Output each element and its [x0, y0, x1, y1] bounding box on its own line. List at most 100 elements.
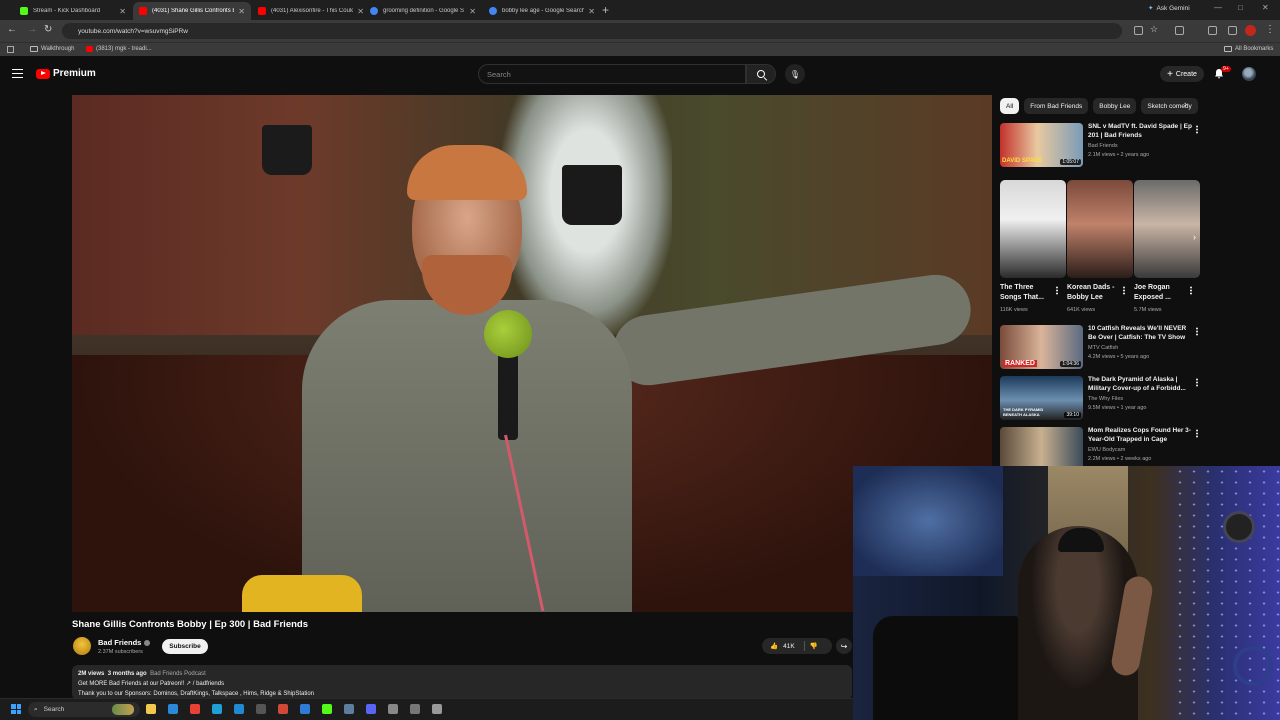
- search-button[interactable]: [746, 64, 776, 84]
- cast-icon[interactable]: [1134, 26, 1143, 35]
- recommendation-title[interactable]: 10 Catfish Reveals We'll NEVER Be Over |…: [1088, 325, 1192, 342]
- short-item[interactable]: Korean Dads - Bobby Lee 641K views: [1067, 180, 1133, 320]
- ask-gemini-button[interactable]: ✦ Ask Gemini: [1148, 4, 1190, 13]
- share-icon[interactable]: ↪: [836, 638, 852, 654]
- app-icon[interactable]: [278, 704, 288, 714]
- chevron-right-icon[interactable]: ›: [1193, 232, 1196, 242]
- extensions-icon[interactable]: [1175, 26, 1184, 35]
- recommendation-item[interactable]: RANKED 1:04:36 10 Catfish Reveals We'll …: [1000, 325, 1200, 369]
- recommendation-channel[interactable]: MTV Catfish: [1088, 345, 1118, 351]
- recommendation-item[interactable]: THE DARK PYRAMID BENEATH ALASKA 39:10 Th…: [1000, 376, 1200, 420]
- terminal-icon[interactable]: [256, 704, 266, 714]
- video-thumbnail[interactable]: RANKED 1:04:36: [1000, 325, 1083, 369]
- video-thumbnail[interactable]: THE DARK PYRAMID BENEATH ALASKA 39:10: [1000, 376, 1083, 420]
- thumbs-up-icon[interactable]: 👍: [770, 642, 778, 650]
- chip-bobby-lee[interactable]: Bobby Lee: [1093, 98, 1137, 114]
- recommendation-title[interactable]: Mom Realizes Cops Found Her 3-Year-Old T…: [1088, 427, 1192, 444]
- obs-icon[interactable]: [388, 704, 398, 714]
- create-button[interactable]: + Create: [1160, 66, 1204, 82]
- recommendation-item[interactable]: DAVID SPADE 1:05:07 SNL v MadTV ft. Davi…: [1000, 123, 1200, 167]
- bookmark-star-icon[interactable]: ☆: [1150, 24, 1158, 35]
- menu-kebab-icon[interactable]: ⋮: [1265, 24, 1275, 35]
- bookmark-walkthrough[interactable]: Walkthrough: [30, 46, 74, 52]
- close-icon[interactable]: ✕: [119, 7, 126, 16]
- account-avatar[interactable]: [1242, 67, 1256, 81]
- short-item[interactable]: Joe Rogan Exposed ... 5.7M views: [1134, 180, 1200, 320]
- url-field[interactable]: youtube.com/watch?v=wsuvmgSiPRw: [62, 23, 1122, 39]
- explorer-icon[interactable]: [146, 704, 156, 714]
- more-options-icon[interactable]: [1196, 378, 1198, 387]
- taskbar-search[interactable]: ⌕ Search: [28, 702, 140, 717]
- sidepanel-icon[interactable]: [1228, 26, 1237, 35]
- app-icon[interactable]: [410, 704, 420, 714]
- minimize-icon[interactable]: —: [1214, 3, 1222, 12]
- short-title[interactable]: Joe Rogan Exposed ...: [1134, 283, 1190, 303]
- steam-icon[interactable]: [344, 704, 354, 714]
- recommendation-channel[interactable]: The Why Files: [1088, 396, 1123, 402]
- chip-from-bad-friends[interactable]: From Bad Friends: [1024, 98, 1089, 114]
- apps-grid-icon[interactable]: [7, 46, 14, 53]
- tab-bobby-lee-age[interactable]: bobby lee age - Google Search ✕: [483, 2, 601, 20]
- description-tag[interactable]: Bad Friends Podcast: [150, 671, 206, 677]
- vscode-icon[interactable]: [234, 704, 244, 714]
- video-thumbnail[interactable]: DAVID SPADE 1:05:07: [1000, 123, 1083, 167]
- recommendation-channel[interactable]: EWU Bodycam: [1088, 447, 1125, 453]
- close-icon[interactable]: ✕: [238, 7, 245, 16]
- tab-kick-dashboard[interactable]: Stream - Kick Dashboard ✕: [14, 2, 132, 20]
- more-options-icon[interactable]: [1196, 429, 1198, 438]
- new-tab-button[interactable]: +: [602, 3, 609, 17]
- tab-alexisonfire[interactable]: (4031) Alexisonfire - This Could ✕: [252, 2, 370, 20]
- tab-grooming-definition[interactable]: grooming definition - Google S ✕: [364, 2, 482, 20]
- kick-icon[interactable]: [322, 704, 332, 714]
- settings-icon[interactable]: [432, 704, 442, 714]
- reload-icon[interactable]: ↻: [44, 24, 52, 35]
- discord-icon[interactable]: [366, 704, 376, 714]
- chevron-right-icon[interactable]: ›: [1184, 99, 1187, 109]
- maximize-icon[interactable]: □: [1238, 3, 1243, 12]
- more-options-icon[interactable]: [1190, 286, 1192, 295]
- hamburger-menu-icon[interactable]: [12, 69, 23, 78]
- tab-shane-gillis[interactable]: (4031) Shane Gillis Confronts Bobby ✕: [133, 2, 251, 20]
- back-arrow-icon[interactable]: ←: [7, 24, 17, 35]
- more-options-icon[interactable]: [1123, 286, 1125, 295]
- video-thumbnail[interactable]: [1000, 427, 1083, 471]
- chip-all[interactable]: All: [1000, 98, 1020, 114]
- profile-icon[interactable]: [1245, 25, 1256, 36]
- short-item[interactable]: The Three Songs That... 116K views: [1000, 180, 1066, 320]
- thumbs-down-icon[interactable]: 👎: [810, 642, 818, 650]
- search-input[interactable]: Search: [478, 64, 746, 84]
- short-thumbnail[interactable]: [1134, 180, 1200, 278]
- windows-start-icon[interactable]: [11, 704, 21, 714]
- store-icon[interactable]: [168, 704, 178, 714]
- recommendation-item[interactable]: Mom Realizes Cops Found Her 3-Year-Old T…: [1000, 427, 1200, 471]
- download-icon[interactable]: [1208, 26, 1217, 35]
- short-thumbnail[interactable]: [1067, 180, 1133, 278]
- edge-icon[interactable]: [212, 704, 222, 714]
- bookmark-mgk[interactable]: (3813) mgk - treadi...: [86, 46, 152, 52]
- channel-avatar[interactable]: [73, 637, 91, 655]
- short-thumbnail[interactable]: [1000, 180, 1066, 278]
- close-icon[interactable]: ✕: [469, 7, 476, 16]
- more-options-icon[interactable]: [1196, 125, 1198, 134]
- short-title[interactable]: The Three Songs That...: [1000, 283, 1056, 303]
- recommendation-title[interactable]: The Dark Pyramid of Alaska | Military Co…: [1088, 376, 1192, 393]
- chip-sketch[interactable]: Sketch comedy: [1141, 98, 1198, 114]
- video-description[interactable]: 2M views 3 months ago Bad Friends Podcas…: [72, 665, 852, 700]
- close-window-icon[interactable]: ✕: [1262, 3, 1269, 12]
- recommendation-title[interactable]: SNL v MadTV ft. David Spade | Ep 201 | B…: [1088, 123, 1192, 140]
- more-options-icon[interactable]: [1196, 327, 1198, 336]
- channel-name[interactable]: Bad Friends: [98, 638, 151, 647]
- close-icon[interactable]: ✕: [357, 7, 364, 16]
- short-title[interactable]: Korean Dads - Bobby Lee: [1067, 283, 1123, 303]
- all-bookmarks[interactable]: All Bookmarks: [1224, 46, 1273, 52]
- like-count[interactable]: 41K: [783, 643, 795, 650]
- subscribe-button[interactable]: Subscribe: [162, 639, 208, 654]
- more-options-icon[interactable]: [1056, 286, 1058, 295]
- voice-search-button[interactable]: 🎙: [785, 64, 805, 84]
- close-icon[interactable]: ✕: [588, 7, 595, 16]
- chrome-icon[interactable]: [190, 704, 200, 714]
- recommendation-channel[interactable]: Bad Friends: [1088, 143, 1118, 149]
- forward-arrow-icon[interactable]: →: [27, 24, 37, 35]
- app-icon[interactable]: [300, 704, 310, 714]
- youtube-premium-logo[interactable]: Premium: [36, 68, 96, 79]
